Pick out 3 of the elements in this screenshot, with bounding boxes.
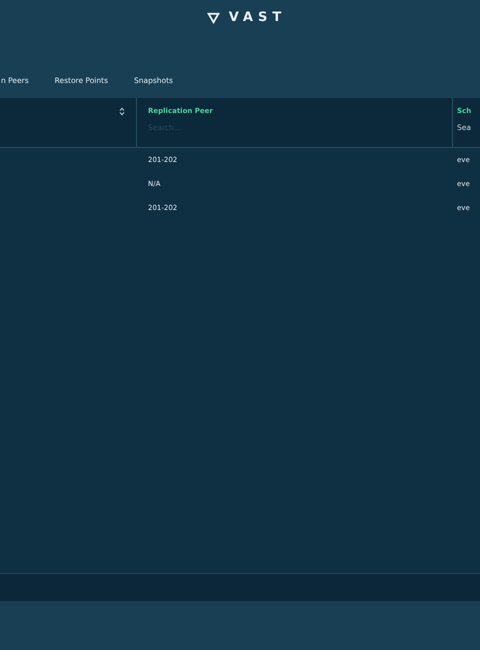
logo-icon [206,12,221,24]
sort-icon[interactable] [119,106,125,116]
logo-text: VAST [228,11,286,25]
